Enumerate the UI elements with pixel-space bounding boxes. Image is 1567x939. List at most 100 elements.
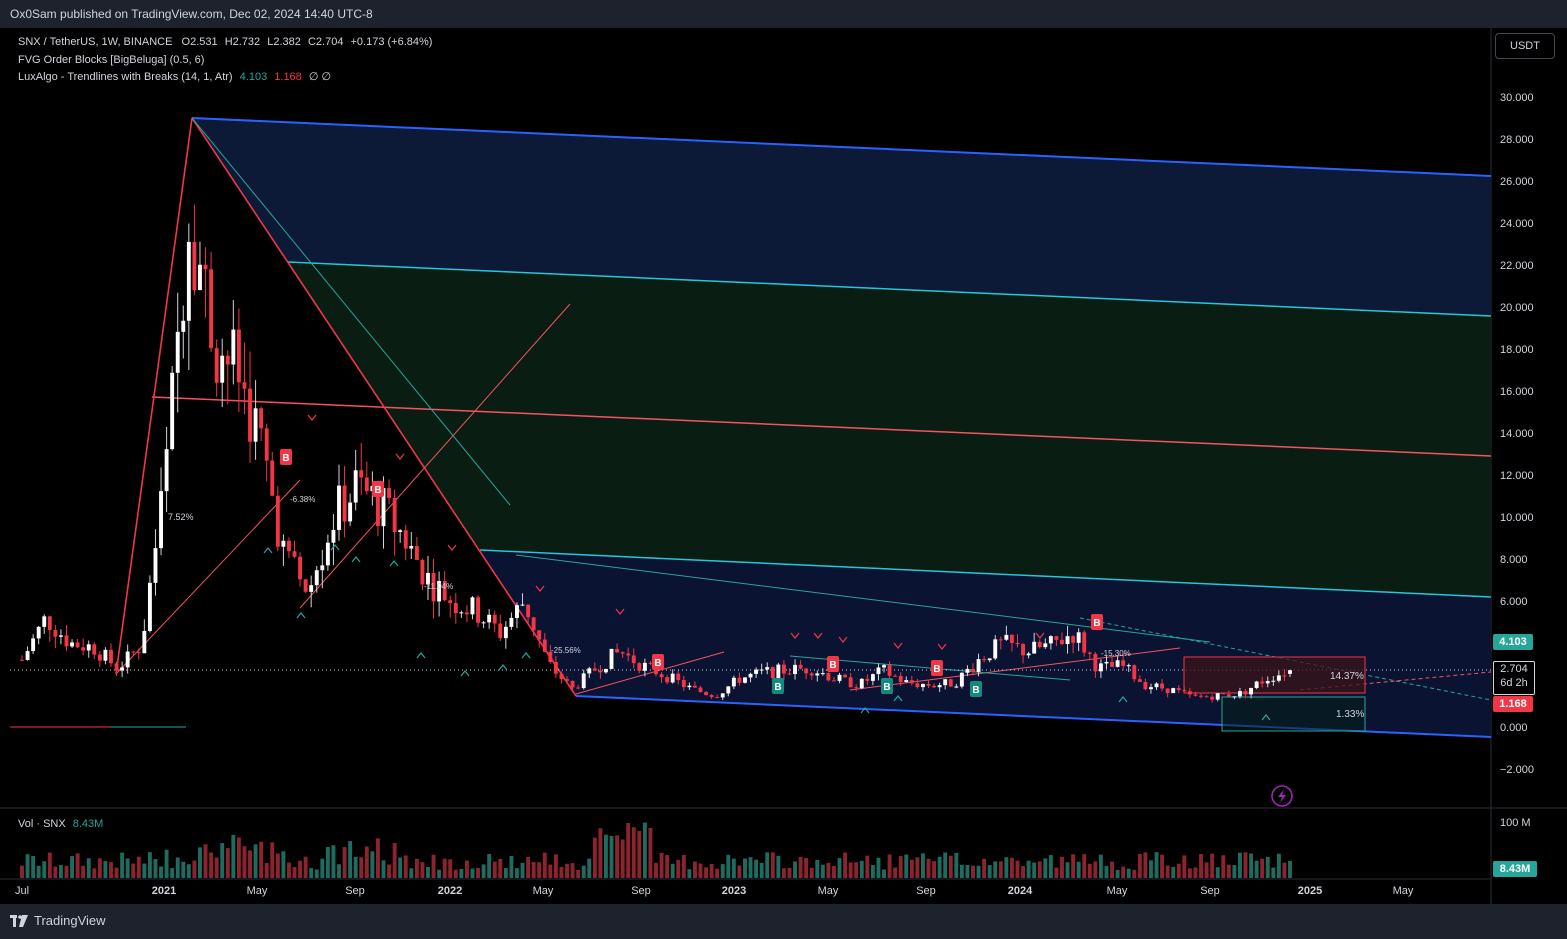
indicator-luxalgo-legend[interactable]: LuxAlgo - Trendlines with Breaks (14, 1,… bbox=[18, 70, 331, 83]
volume-bar bbox=[1087, 863, 1092, 878]
candle-body bbox=[1221, 693, 1226, 695]
candle-body bbox=[225, 355, 230, 365]
time-tick-label: May bbox=[1107, 885, 1128, 897]
candle-body bbox=[798, 664, 803, 669]
candle-body bbox=[670, 673, 675, 683]
volume-bar bbox=[631, 827, 636, 878]
volume-bar bbox=[509, 855, 514, 878]
candle-body bbox=[170, 372, 175, 450]
lightning-bolt-glyph bbox=[1278, 789, 1286, 803]
indicator-fvg-name[interactable]: FVG Order Blocks [BigBeluga] (0.5, 6) bbox=[18, 54, 204, 66]
candle-body bbox=[559, 673, 564, 680]
candle-body bbox=[498, 623, 503, 639]
volume-bar bbox=[186, 864, 191, 878]
volume-bar bbox=[70, 856, 74, 878]
candle-body bbox=[231, 329, 236, 365]
candle-body bbox=[1032, 641, 1037, 654]
candle-body bbox=[1098, 663, 1103, 672]
candle-body bbox=[58, 635, 63, 637]
candle-body bbox=[743, 677, 747, 683]
volume-bar bbox=[642, 822, 647, 878]
volume-bar bbox=[1282, 862, 1287, 878]
volume-bar bbox=[270, 842, 275, 878]
candle-body bbox=[793, 664, 797, 675]
volume-bar bbox=[870, 865, 875, 878]
candle-body bbox=[192, 241, 197, 291]
candle-body bbox=[1082, 632, 1087, 653]
candle-body bbox=[1215, 693, 1220, 700]
volume-bar bbox=[865, 855, 870, 878]
volume-bar bbox=[982, 858, 987, 878]
candle-body bbox=[125, 651, 130, 668]
volume-bar bbox=[398, 857, 403, 878]
candle-body bbox=[987, 658, 992, 661]
symbol-name[interactable]: SNX / TetherUS, 1W, BINANCE bbox=[18, 36, 172, 48]
volume-bar bbox=[704, 867, 708, 878]
volume-legend[interactable]: Vol · SNX 8.43M bbox=[18, 818, 103, 830]
candle-body bbox=[1110, 661, 1114, 667]
candle-body bbox=[1187, 691, 1192, 695]
volume-bar bbox=[1060, 856, 1064, 878]
candle-body bbox=[737, 677, 742, 683]
volume-bar bbox=[587, 858, 592, 878]
last-price-value: 2.704 bbox=[1500, 663, 1528, 675]
volume-bar bbox=[1199, 853, 1203, 878]
currency-button[interactable]: USDT bbox=[1495, 33, 1555, 59]
volume-bar bbox=[581, 865, 586, 878]
candle-body bbox=[581, 673, 586, 689]
candle-body bbox=[1048, 636, 1053, 644]
candle-body bbox=[1115, 660, 1120, 667]
candle-body bbox=[348, 502, 353, 522]
volume-bar bbox=[592, 837, 597, 878]
volume-bar bbox=[203, 844, 208, 878]
volume-bar bbox=[943, 852, 948, 878]
buy-break-label: B bbox=[972, 685, 979, 696]
volume-bar bbox=[248, 850, 252, 878]
volume-bar bbox=[170, 868, 175, 878]
sell-break-label: B bbox=[374, 485, 381, 496]
volume-bar bbox=[776, 855, 781, 878]
candle-body bbox=[1232, 696, 1237, 698]
candle-body bbox=[620, 652, 625, 654]
volume-bar bbox=[192, 860, 197, 878]
volume-bar bbox=[765, 852, 770, 878]
candle-body bbox=[1204, 696, 1209, 698]
volume-bar bbox=[1160, 854, 1165, 878]
tradingview-logo[interactable]: TradingView bbox=[10, 913, 106, 928]
candle-body bbox=[214, 348, 219, 383]
volume-bar bbox=[548, 864, 553, 878]
volume-bar bbox=[498, 858, 503, 878]
price-chart[interactable]: 30.000 28.000 26.000 24.000 22.000 20.000 18.0… bbox=[0, 0, 1567, 939]
up-chevron-icon bbox=[296, 612, 306, 619]
volume-bar bbox=[1126, 868, 1131, 878]
candle-body bbox=[1226, 694, 1231, 697]
candle-body bbox=[542, 639, 547, 652]
symbol-legend[interactable]: SNX / TetherUS, 1W, BINANCE O2.531 H2.73… bbox=[18, 36, 432, 48]
volume-bar bbox=[720, 864, 725, 878]
candle-body bbox=[976, 659, 981, 672]
volume-bar bbox=[75, 853, 80, 878]
candle-body bbox=[97, 654, 102, 661]
sell-break-label: B bbox=[654, 658, 661, 669]
candle-body bbox=[342, 485, 347, 522]
candle-body bbox=[537, 630, 542, 640]
indicator-fvg-legend[interactable]: FVG Order Blocks [BigBeluga] (0.5, 6) bbox=[18, 54, 204, 66]
volume-bar bbox=[464, 860, 469, 878]
indicator-luxalgo-name[interactable]: LuxAlgo - Trendlines with Breaks (14, 1,… bbox=[18, 71, 233, 83]
volume-bar bbox=[815, 860, 820, 878]
candle-body bbox=[153, 548, 158, 583]
buy-break-label: B bbox=[883, 682, 890, 693]
candle-body bbox=[1137, 679, 1142, 682]
volume-badge: 8.43M bbox=[1493, 861, 1537, 877]
volume-bar bbox=[609, 835, 614, 878]
volume-bar bbox=[859, 860, 864, 878]
fork-left-rise bbox=[115, 117, 193, 675]
candle-body bbox=[103, 649, 108, 661]
price-tick-label: 0.000 bbox=[1500, 722, 1528, 734]
candle-body bbox=[1009, 634, 1014, 643]
candle-body bbox=[1015, 642, 1020, 645]
candle-body bbox=[1276, 675, 1281, 681]
volume-bar bbox=[142, 863, 147, 878]
sell-break-label: B bbox=[829, 660, 836, 671]
candle-body bbox=[503, 626, 508, 639]
